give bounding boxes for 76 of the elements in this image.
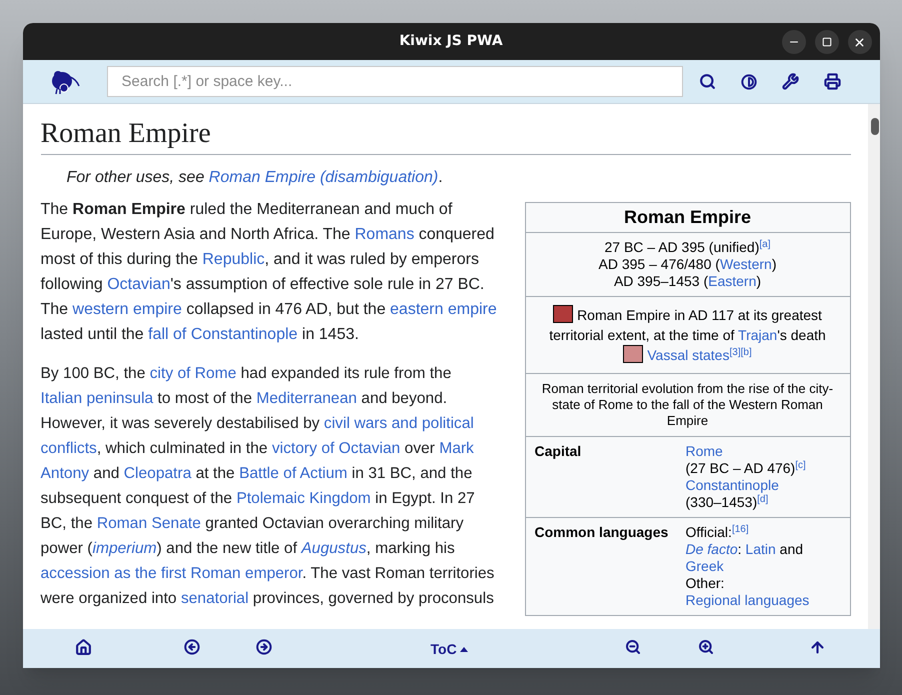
zoom-out-icon[interactable] xyxy=(624,639,640,655)
infobox-value: (27 BC – AD 476)$^{[c]}$ xyxy=(686,460,806,477)
zoom-in-icon[interactable] xyxy=(698,639,714,655)
scrollbar[interactable] xyxy=(868,104,880,629)
reference-link[interactable]: [d] xyxy=(757,494,768,505)
article-link[interactable]: civil wars and political xyxy=(324,415,474,432)
article-link[interactable]: Greek xyxy=(686,558,724,574)
article-link[interactable]: Vassal states xyxy=(647,347,730,363)
contrast-icon[interactable] xyxy=(740,74,756,90)
infobox-value: (330–1453)$^{[d]}$ xyxy=(686,494,770,511)
kiwi-bird-logo[interactable] xyxy=(50,68,80,94)
article-link[interactable]: Romans xyxy=(354,226,414,243)
article-link[interactable]: Western xyxy=(720,256,772,272)
reference-link[interactable]: [b] xyxy=(740,347,752,358)
search-icon[interactable] xyxy=(698,73,716,90)
article-link[interactable]: Regional languages xyxy=(686,592,810,608)
article-link[interactable]: Roman Senate xyxy=(96,515,201,532)
article-link[interactable]: city of Rome xyxy=(150,365,236,382)
infobox-label: Common languages xyxy=(534,524,670,541)
article-link[interactable]: Battle of Actium xyxy=(239,465,348,482)
article-link[interactable]: eastern empire xyxy=(390,301,497,318)
date-range: AD 395 – 476/480 (Western) xyxy=(598,256,778,273)
article-link[interactable]: Constantinople xyxy=(686,477,779,493)
article-link[interactable]: Cleopatra xyxy=(124,465,192,482)
article-link[interactable]: Augustus xyxy=(301,540,366,557)
back-icon[interactable] xyxy=(184,639,200,655)
hatnote: For other uses, see Roman Empire (disambiguation). xyxy=(66,168,444,188)
reference-link[interactable]: [a] xyxy=(759,239,770,250)
infobox-value: Official:$^{[16]}$ xyxy=(686,524,750,541)
toc-button[interactable]: ToC xyxy=(430,639,468,660)
printer-icon[interactable] xyxy=(824,73,840,90)
article-link[interactable]: Italian peninsula xyxy=(40,390,154,407)
article-paragraph: By 100 BC, the city of Rome had expanded its rule from the Italian peninsula to most of the Mediterranean and beyond. However, it was severely destabilised by civil wars and political conflicts, which culminated in the victory of Octavian over Mark Antony and Cleopatra at the Battle of Actium in 31 BC, and the subsequent conquest of the Ptolemaic Kingdom in Egypt. In 27 BC, the Roman Senate granted Octavian overarching military power (imperium) and the new title of Augustus, marking his accession as the first Roman emperor. The vast Roman territories were organized into senatorial provinces, governed by proconsuls xyxy=(40,364,496,609)
window-title: Kiwix JS PWA xyxy=(399,32,503,51)
article-link[interactable]: western empire xyxy=(72,301,182,318)
article-link[interactable]: Latin xyxy=(745,541,776,557)
article-link[interactable]: Mark xyxy=(439,440,474,457)
article-link[interactable]: Roman Empire (disambiguation) xyxy=(208,169,438,186)
article-link[interactable]: Mediterranean xyxy=(256,390,357,407)
settings-icon[interactable] xyxy=(782,73,798,90)
scroll-top-icon[interactable] xyxy=(808,639,826,656)
article-link[interactable]: imperium xyxy=(92,540,157,557)
reference-link[interactable]: [16] xyxy=(732,524,749,535)
date-range: AD 395–1453 (Eastern) xyxy=(612,273,762,290)
map-legend: Roman Empire in AD 117 at its greatest territorial extent, at the time of Trajan's death xyxy=(534,305,842,345)
article-link[interactable]: conflicts xyxy=(40,440,97,457)
infobox-label: Capital xyxy=(534,443,582,460)
caret-icon xyxy=(460,647,468,652)
map-caption: Roman territorial evolution from the rise of the city-state of Rome to the fall of the Western Roman Empire xyxy=(540,381,834,429)
article-paragraph: The Roman Empire ruled the Mediterranean and much of Europe, Western Asia and North Africa. The Romans conquered most of this during the Republic, and it was ruled by emperors following Octavian's assumption of effective sole rule in 27 BC. The western empire collapsed in 476 AD, but the eastern empire lasted until the fall of Constantinople in 1453. xyxy=(40,200,498,345)
article-link[interactable]: Ptolemaic Kingdom xyxy=(236,490,371,507)
article-link[interactable]: Octavian xyxy=(107,276,170,293)
maximize-icon xyxy=(822,37,832,47)
infobox-value: De facto: Latin and Greek xyxy=(686,541,804,575)
article-link[interactable]: De facto xyxy=(686,541,738,557)
article-link[interactable]: senatorial xyxy=(180,590,249,607)
reference-link[interactable]: [c] xyxy=(795,460,806,471)
article-link[interactable]: Eastern xyxy=(708,273,756,289)
search-field[interactable]: Search [.*] or space key... xyxy=(106,66,682,97)
date-range: 27 BC – AD 395 (unified)$^{[a]}$ xyxy=(604,239,772,256)
article-link[interactable]: Republic xyxy=(202,251,265,268)
article-link[interactable]: accession as the first Roman emperor xyxy=(40,565,302,582)
close-button[interactable] xyxy=(848,30,872,54)
forward-icon[interactable] xyxy=(256,639,272,655)
article-link[interactable]: fall of Constantinople xyxy=(148,326,298,343)
home-icon[interactable] xyxy=(74,639,92,656)
article-link[interactable]: Rome xyxy=(686,443,723,459)
infobox-title: Roman Empire xyxy=(526,203,850,233)
close-icon xyxy=(853,36,866,48)
infobox-value: Other: xyxy=(686,575,726,592)
maximize-button[interactable] xyxy=(814,30,838,54)
reference-link[interactable]: [3] xyxy=(729,347,741,358)
article-link[interactable]: Antony xyxy=(40,465,90,482)
article-link[interactable]: victory of Octavian xyxy=(272,440,400,457)
article-link[interactable]: Trajan xyxy=(738,327,778,343)
article-title: Roman Empire xyxy=(40,116,850,155)
